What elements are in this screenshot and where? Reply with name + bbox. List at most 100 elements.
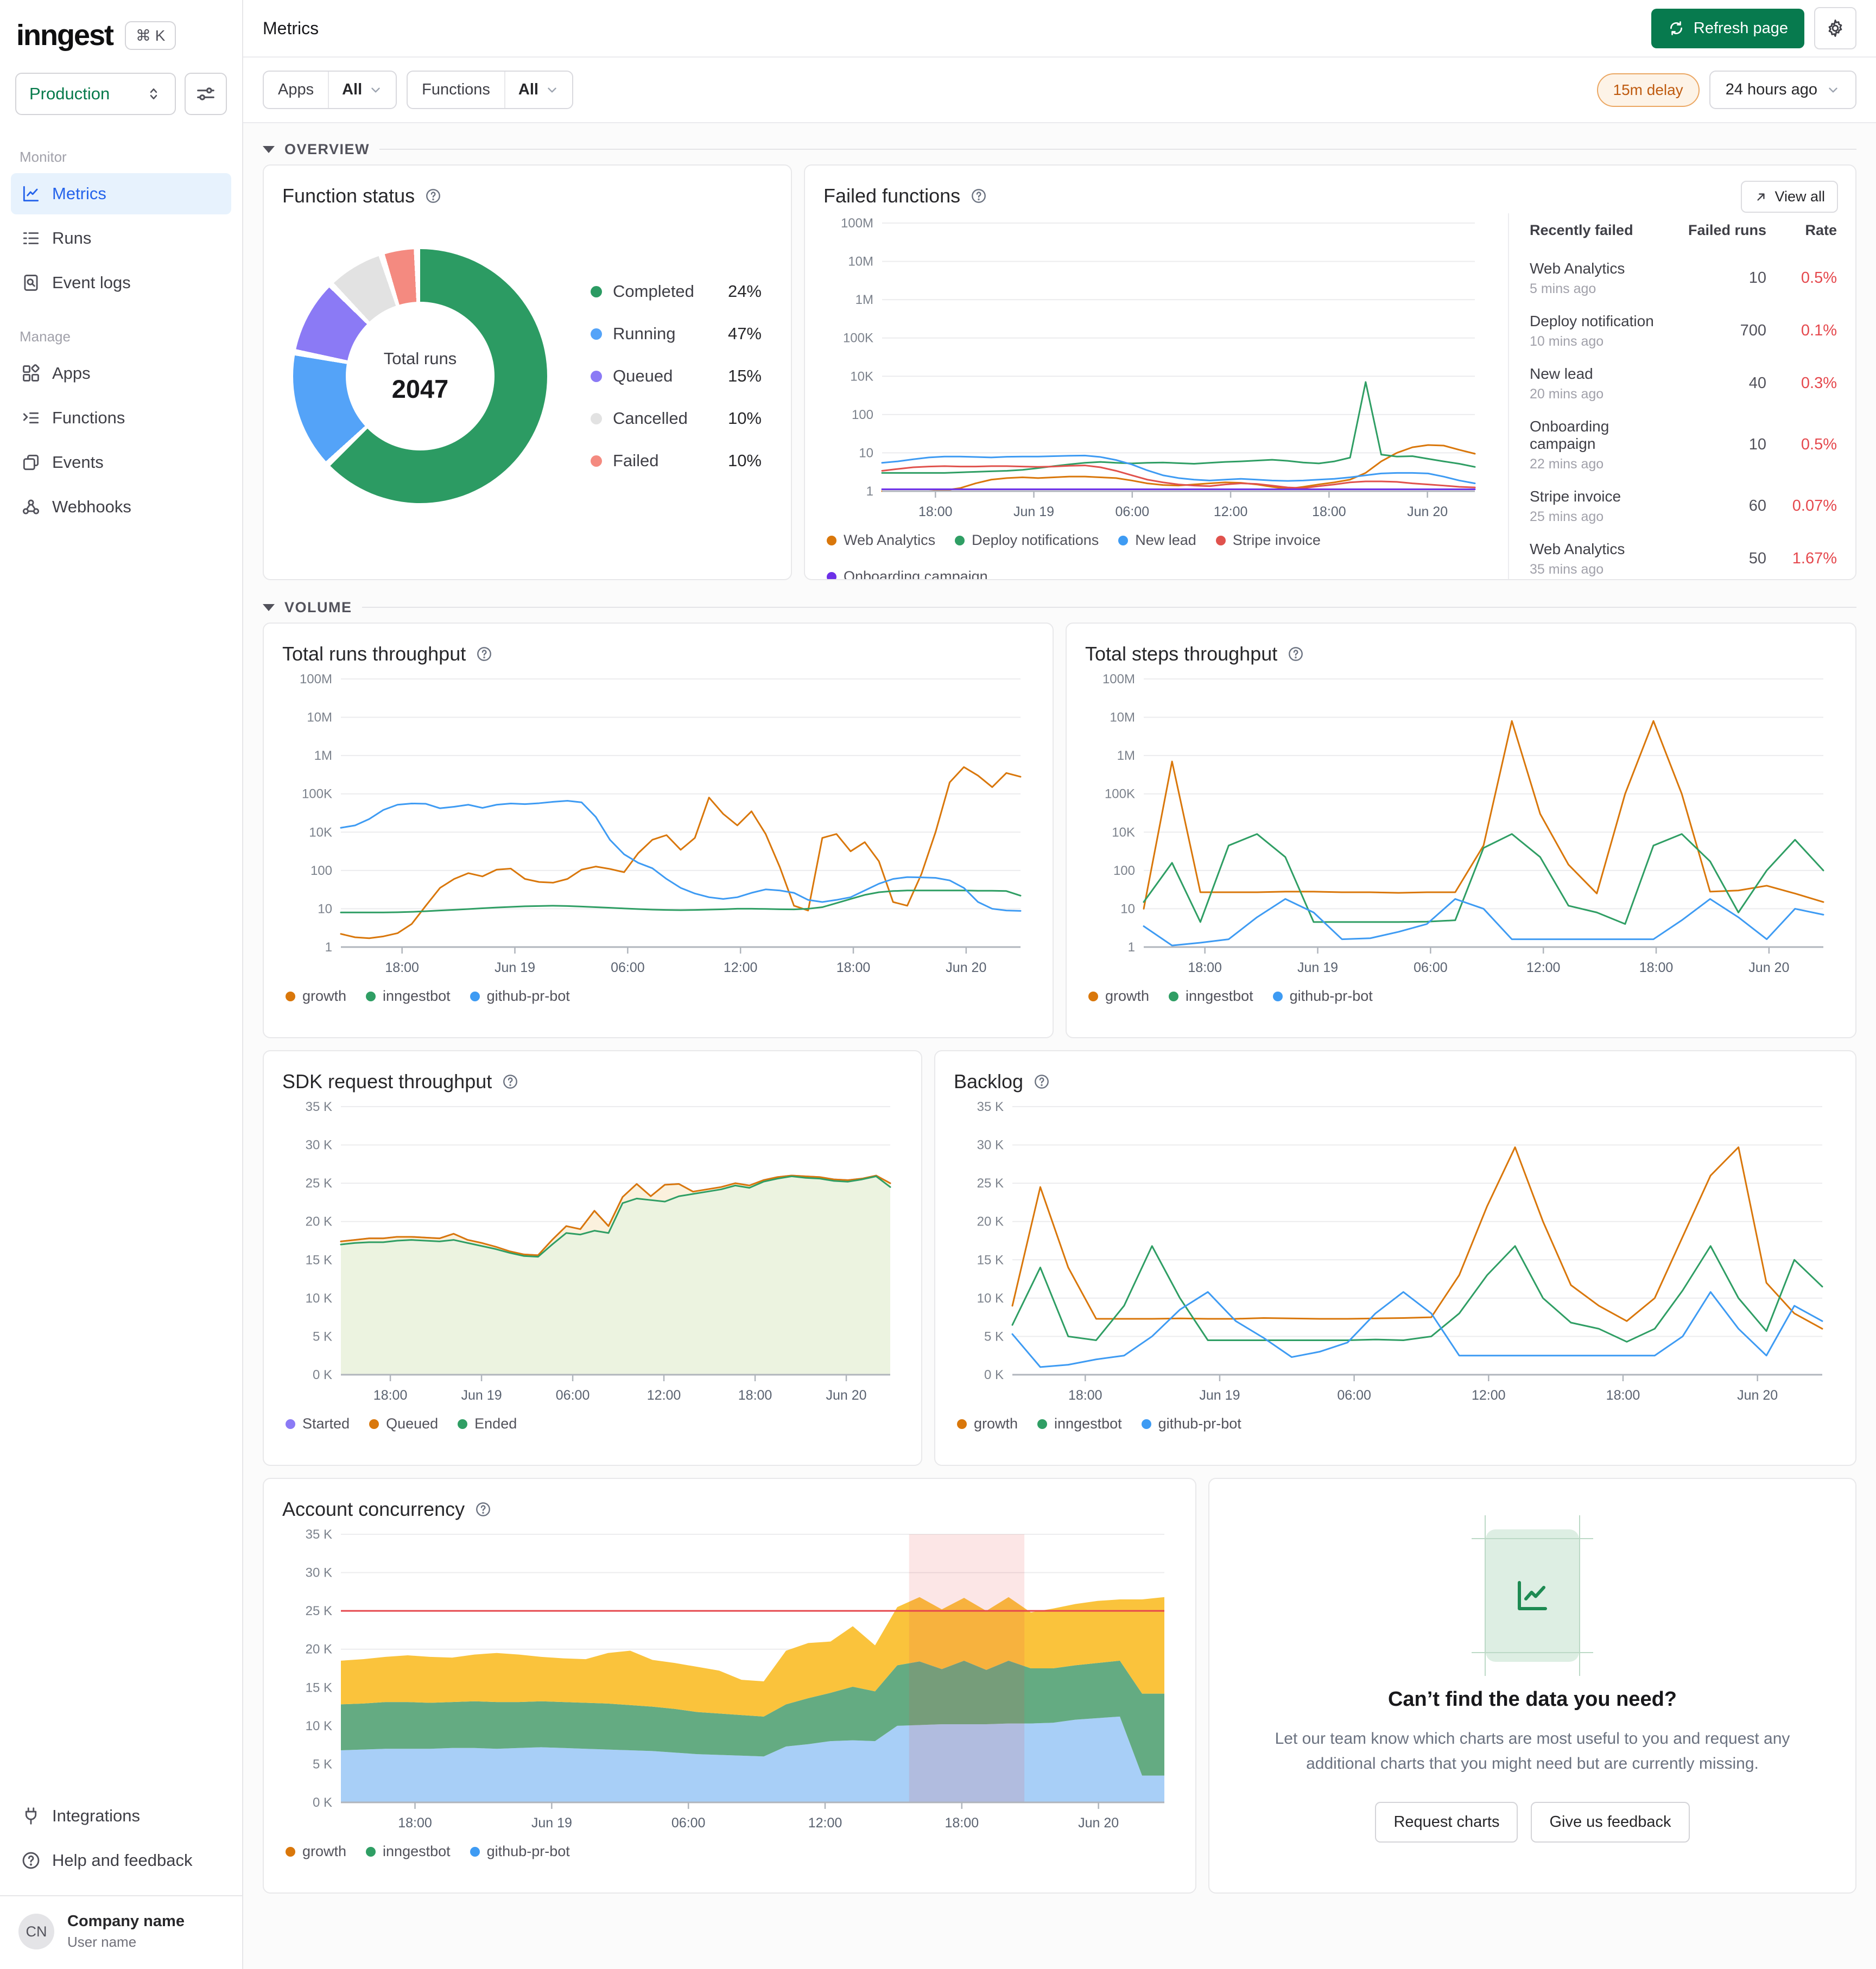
failed-function-row[interactable]: New lead 20 mins ago 40 0.3% xyxy=(1530,357,1837,410)
svg-text:15 K: 15 K xyxy=(977,1253,1004,1267)
sidebar-section: Manage Apps Functions Events Webhooks xyxy=(11,322,231,528)
chevron-down-icon xyxy=(371,87,380,92)
squares-icon xyxy=(23,454,39,471)
function-status-donut: Total runs 2047 xyxy=(293,249,547,503)
failed-functions-chart-legend: Web Analytics Deploy notifications New lea… xyxy=(823,532,1500,579)
refresh-page-button[interactable]: Refresh page xyxy=(1651,8,1804,48)
total-steps-title: Total steps throughput xyxy=(1085,643,1278,665)
help-circle-icon[interactable] xyxy=(1287,645,1304,663)
rate-header: Rate xyxy=(1805,222,1837,238)
help-circle-icon[interactable] xyxy=(476,645,493,663)
apps-filter-label: Apps xyxy=(264,72,329,108)
sidebar: inngest ⌘ K Production Monitor Metrics Run… xyxy=(0,0,243,1969)
status-legend-row: Failed 10% xyxy=(591,451,762,471)
sidebar-item-integrations[interactable]: Integrations xyxy=(11,1795,231,1837)
overview-section-header[interactable]: OVERVIEW xyxy=(263,134,1856,164)
total-runs-value: 2047 xyxy=(391,374,449,403)
page-title: Metrics xyxy=(263,18,319,38)
give-feedback-button[interactable]: Give us feedback xyxy=(1531,1801,1690,1843)
svg-text:10M: 10M xyxy=(1110,710,1135,725)
feedback-body: Let our team know which charts are most … xyxy=(1275,1729,1790,1773)
view-all-label: View all xyxy=(1774,188,1825,205)
user-name: User name xyxy=(67,1934,137,1950)
failed-rate: 0.5% xyxy=(1801,436,1837,453)
failed-function-row[interactable]: Web Analytics 5 mins ago 10 0.5% xyxy=(1530,252,1837,304)
function-list-icon xyxy=(23,412,39,424)
functions-filter[interactable]: Functions All xyxy=(407,71,573,109)
svg-text:30 K: 30 K xyxy=(306,1566,332,1580)
status-label: Running xyxy=(613,324,676,343)
settings-button[interactable] xyxy=(1814,7,1856,49)
chart-request-illustration xyxy=(1472,1515,1593,1676)
sidebar-item-metrics[interactable]: Metrics xyxy=(11,173,231,214)
volume-section-header[interactable]: VOLUME xyxy=(263,592,1856,623)
failed-functions-card: Failed functions View all 1 10 100 10K 100K 1… xyxy=(804,164,1856,580)
total-steps-card: Total steps throughput 1 10 100 10K 100K 1M 10… xyxy=(1066,623,1856,1038)
svg-text:100M: 100M xyxy=(1102,672,1135,687)
sidebar-item-label: Help and feedback xyxy=(52,1851,193,1870)
sidebar-item-webhooks[interactable]: Webhooks xyxy=(11,486,231,528)
apps-filter-value: All xyxy=(342,81,363,98)
webhook-icon xyxy=(22,499,40,515)
company-name: Company name xyxy=(67,1913,185,1930)
function-status-legend: Completed 24% Running 47% Queued 15% Cancelled… xyxy=(591,282,762,471)
total-steps-chart-legend: growth inngestbot github-pr-bot xyxy=(1085,988,1837,1005)
total-runs-chart-legend: growth inngestbot github-pr-bot xyxy=(282,988,1034,1005)
failed-function-row[interactable]: Deploy notification 10 mins ago 700 0.1% xyxy=(1530,304,1837,357)
failed-function-row[interactable]: Stripe invoice 25 mins ago 60 0.07% xyxy=(1530,480,1837,532)
svg-text:100K: 100K xyxy=(302,787,332,802)
time-range-selector[interactable]: 24 hours ago xyxy=(1709,71,1856,109)
svg-text:1M: 1M xyxy=(855,293,873,307)
failed-runs-header: Failed runs xyxy=(1688,222,1766,238)
svg-text:18:00: 18:00 xyxy=(385,960,419,975)
request-charts-button[interactable]: Request charts xyxy=(1375,1801,1518,1843)
failed-function-row[interactable]: Web Analytics 35 mins ago 50 1.67% xyxy=(1530,532,1837,579)
svg-text:25 K: 25 K xyxy=(306,1604,332,1618)
svg-text:Jun 19: Jun 19 xyxy=(461,1388,502,1403)
account-concurrency-card: Account concurrency 0 K 5 K 10 K 15 K 20 K 25… xyxy=(263,1478,1196,1894)
svg-text:Jun 19: Jun 19 xyxy=(495,960,535,975)
svg-text:100M: 100M xyxy=(841,216,873,231)
feedback-title: Can’t find the data you need? xyxy=(1387,1687,1677,1711)
sidebar-item-apps[interactable]: Apps xyxy=(11,353,231,394)
sidebar-item-label: Event logs xyxy=(52,273,131,292)
view-all-button[interactable]: View all xyxy=(1741,181,1838,213)
failed-rate: 0.3% xyxy=(1801,374,1837,392)
svg-text:12:00: 12:00 xyxy=(808,1815,842,1831)
svg-text:1: 1 xyxy=(325,940,332,955)
help-circle-icon[interactable] xyxy=(474,1501,492,1518)
legend-item: Ended xyxy=(458,1415,517,1432)
failed-function-row[interactable]: Onboarding campaign 22 mins ago 10 0.5% xyxy=(1530,410,1837,480)
svg-text:06:00: 06:00 xyxy=(671,1815,706,1831)
help-circle-icon[interactable] xyxy=(424,187,442,205)
sidebar-nav: Monitor Metrics Runs Event logs Manage Apps Fu… xyxy=(0,119,242,546)
failed-function-time: 5 mins ago xyxy=(1530,281,1596,296)
overview-section-label: OVERVIEW xyxy=(284,141,370,157)
sidebar-item-runs[interactable]: Runs xyxy=(11,218,231,259)
functions-filter-value: All xyxy=(518,81,538,98)
help-circle-icon[interactable] xyxy=(970,187,987,205)
sidebar-item-functions[interactable]: Functions xyxy=(11,397,231,439)
delay-badge: 15m delay xyxy=(1596,73,1700,107)
svg-text:1M: 1M xyxy=(314,748,332,763)
command-k-shortcut[interactable]: ⌘ K xyxy=(125,21,176,50)
failed-function-name: Stripe invoice xyxy=(1530,487,1621,505)
sidebar-item-help-and-feedback[interactable]: Help and feedback xyxy=(11,1840,231,1881)
svg-text:10M: 10M xyxy=(307,710,332,725)
apps-filter[interactable]: Apps All xyxy=(263,71,397,109)
environment-filter-button[interactable] xyxy=(185,73,227,115)
svg-text:30 K: 30 K xyxy=(306,1138,332,1153)
account-row[interactable]: CN Company name User name xyxy=(11,1896,231,1969)
svg-text:06:00: 06:00 xyxy=(1337,1388,1371,1403)
sidebar-item-event-logs[interactable]: Event logs xyxy=(11,262,231,303)
sidebar-item-events[interactable]: Events xyxy=(11,442,231,483)
environment-selector[interactable]: Production xyxy=(15,73,176,115)
legend-item: Deploy notifications xyxy=(955,532,1099,549)
total-runs-card: Total runs throughput 1 10 100 10K 100K 1M 10M… xyxy=(263,623,1054,1038)
recently-failed-panel: Recently failed Failed runs Rate Web Ana… xyxy=(1508,213,1837,579)
svg-text:Jun 19: Jun 19 xyxy=(531,1815,572,1831)
help-circle-icon[interactable] xyxy=(1033,1073,1050,1090)
help-circle-icon[interactable] xyxy=(502,1073,519,1090)
legend-item: github-pr-bot xyxy=(470,988,570,1005)
svg-text:Jun 19: Jun 19 xyxy=(1297,960,1338,975)
